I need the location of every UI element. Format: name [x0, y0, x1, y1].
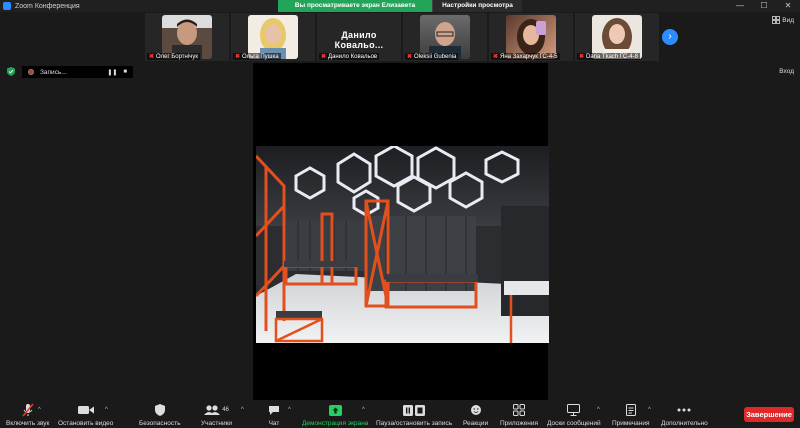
mic-muted-icon: ✖	[321, 54, 327, 60]
participant-nametag: ✖ Ольга Пушка	[233, 53, 281, 60]
chevron-right-icon[interactable]: ›	[662, 29, 678, 45]
view-menu-top[interactable]: Вид	[772, 16, 794, 24]
chat-options-caret[interactable]: ^	[288, 407, 291, 413]
participant-display-name: Данило Ковальо...	[334, 30, 384, 50]
video-camera-icon	[77, 403, 94, 417]
participant-name: Данило Ковальов	[328, 53, 378, 60]
participants-options-caret[interactable]: ^	[241, 407, 244, 413]
share-screen-label: Демонстрация экрана	[302, 420, 369, 427]
share-options-caret[interactable]: ^	[362, 407, 365, 413]
meeting-toolbar: Включить звук ^ Остановить видео ^ Безоп…	[0, 400, 800, 428]
participant-tile[interactable]: Данило Ковальо... ✖ Данило Ковальов	[317, 13, 401, 61]
participants-icon: 46	[204, 403, 229, 417]
participant-nametag: ✖ Данило Ковальов	[319, 53, 380, 60]
video-options-caret[interactable]: ^	[105, 407, 108, 413]
mic-muted-icon: ✖	[493, 54, 499, 60]
mic-muted-icon: ✖	[407, 54, 413, 60]
apps-button[interactable]: Приложения	[500, 403, 538, 427]
apps-icon	[513, 403, 526, 417]
participant-name: Daria Tkach ГС-4-8	[586, 53, 638, 60]
participant-name: Яна Захарчук ГС-4-5	[500, 53, 558, 60]
apps-label: Приложения	[500, 420, 539, 427]
participant-tile[interactable]: ✖ Ольга Пушка	[231, 13, 315, 61]
mic-muted-icon: ✖	[579, 54, 585, 60]
security-label: Безопасность	[139, 420, 181, 427]
record-dot-icon	[28, 69, 34, 75]
window-title: Zoom Конференция	[15, 2, 80, 10]
participant-strip: ✖ Олег Бортнічук ✖ Ольга Пушка Данило Кова…	[145, 13, 659, 61]
zoom-logo-icon	[3, 2, 11, 10]
share-banner-message: Вы просматриваете экран Елизавета Резенк…	[278, 0, 432, 21]
view-options-button[interactable]: Настройки просмотра	[432, 0, 522, 12]
encryption-shield-icon	[7, 67, 15, 76]
participant-tile[interactable]: ✖ Daria Tkach ГС-4-8	[575, 13, 659, 61]
participant-tile[interactable]: ✖ Яна Захарчук ГС-4-5	[489, 13, 573, 61]
pause-recording-icon[interactable]: ❚❚	[107, 69, 117, 76]
notes-options-caret[interactable]: ^	[648, 407, 651, 413]
shared-image-locker-room	[256, 146, 549, 343]
share-screen-button[interactable]: Демонстрация экрана	[302, 403, 368, 427]
more-dots-icon	[677, 403, 691, 417]
whiteboard-label: Доски сообщений	[547, 420, 601, 427]
maximize-button[interactable]: ☐	[752, 0, 776, 12]
more-label: Дополнительно	[661, 420, 708, 427]
participants-label: Участники	[201, 420, 233, 427]
recording-label: Запись...	[40, 68, 67, 76]
whiteboard-icon	[567, 403, 581, 417]
recording-indicator: Запись... ❚❚ ■	[22, 66, 133, 78]
audio-options-caret[interactable]: ^	[38, 407, 41, 413]
grid-icon	[772, 16, 781, 24]
chat-label: Чат	[268, 420, 280, 427]
notes-icon	[625, 403, 636, 417]
stop-video-label: Остановить видео	[58, 420, 114, 427]
unmute-button[interactable]: Включить звук	[6, 403, 49, 427]
participant-tile[interactable]: ✖ Олег Бортнічук	[145, 13, 229, 61]
participant-nametag: ✖ Daria Tkach ГС-4-8	[577, 53, 640, 60]
pause-recording-button[interactable]: Пауза/остановить запись	[376, 403, 452, 427]
participant-nametag: ✖ Яна Захарчук ГС-4-5	[491, 53, 560, 60]
unmute-label: Включить звук	[6, 420, 50, 427]
reactions-label: Реакции	[463, 420, 489, 427]
whiteboard-options-caret[interactable]: ^	[597, 407, 600, 413]
share-banner: Вы просматриваете экран Елизавета Резенк…	[278, 0, 522, 21]
participants-count: 46	[222, 407, 229, 413]
participant-tile[interactable]: ✖ Oleksii Gubenia	[403, 13, 487, 61]
chat-button[interactable]: Чат	[268, 403, 280, 427]
close-button[interactable]: ✕	[776, 0, 800, 12]
notes-button[interactable]: Примечания	[612, 403, 650, 427]
mic-muted-icon: ✖	[235, 54, 241, 60]
minimize-button[interactable]: —	[728, 0, 752, 12]
reactions-button[interactable]: Реакции	[463, 403, 488, 427]
smiley-plus-icon	[470, 403, 482, 417]
notes-label: Примечания	[612, 420, 650, 427]
security-button[interactable]: Безопасность	[139, 403, 180, 427]
pause-recording-label: Пауза/остановить запись	[376, 420, 453, 427]
participant-name: Oleksii Gubenia	[414, 53, 457, 60]
view-menu-secondary[interactable]: Вход	[779, 68, 794, 75]
shield-icon	[154, 403, 165, 417]
mic-muted-icon	[22, 403, 34, 417]
mic-muted-icon: ✖	[149, 54, 155, 60]
participant-name: Ольга Пушка	[242, 53, 279, 60]
whiteboard-button[interactable]: Доски сообщений	[547, 403, 601, 427]
participant-nametag: ✖ Олег Бортнічук	[147, 53, 200, 60]
window-controls: — ☐ ✕	[728, 0, 800, 12]
share-screen-icon	[328, 403, 342, 417]
participant-nametag: ✖ Oleksii Gubenia	[405, 53, 459, 60]
end-meeting-button[interactable]: Завершение	[744, 407, 794, 422]
pause-stop-icon	[403, 403, 426, 417]
participant-name: Олег Бортнічук	[156, 53, 198, 60]
view-menu-label: Вид	[782, 16, 794, 24]
stop-recording-icon[interactable]: ■	[123, 69, 127, 75]
chat-bubble-icon	[268, 403, 280, 417]
participants-button[interactable]: 46 Участники	[201, 403, 232, 427]
more-button[interactable]: Дополнительно	[661, 403, 708, 427]
